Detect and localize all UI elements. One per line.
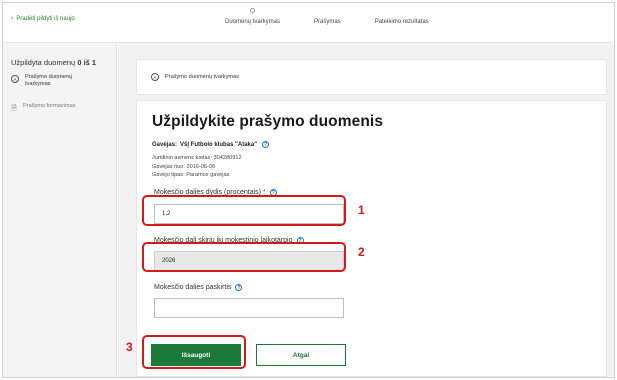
step-label: Duomenų tvarkymas xyxy=(225,19,281,25)
tax-share-purpose-input[interactable] xyxy=(154,298,344,318)
chevron-left-icon: ‹ xyxy=(11,15,14,22)
recipient-meta: Juridinio asmens kodas: 304280912 Gavėja… xyxy=(152,154,242,180)
app-frame: ‹ Pradėti pildyti iš naujo Duomenų tvark… xyxy=(2,2,615,378)
callout-number-2: 2 xyxy=(358,245,365,259)
recipient-since: Gavėjas nuo: 2016-06-06 xyxy=(152,163,216,170)
document-icon: 🗎 xyxy=(11,104,17,112)
section-header: A Prašymo duomenų tvarkymas xyxy=(136,59,607,95)
callout-box-1 xyxy=(142,195,346,226)
label-text: Mokesčio dalies paskirtis xyxy=(154,284,232,291)
circle-a-icon: A xyxy=(11,75,19,83)
restart-link-label: Pradėti pildyti iš naujo xyxy=(16,15,75,22)
progress-prefix: Užpildyta duomenų xyxy=(11,58,76,67)
legal-code: Juridinio asmens kodas: 304280912 xyxy=(152,155,242,161)
help-icon[interactable]: ? xyxy=(262,141,270,148)
sidebar: Užpildyta duomenų 0 iš 1 A Prašymo duome… xyxy=(3,43,117,377)
form-title: Užpildykite prašymo duomenis xyxy=(152,113,384,130)
top-bar: ‹ Pradėti pildyti iš naujo Duomenų tvark… xyxy=(3,3,614,43)
step-data-management[interactable]: Duomenų tvarkymas xyxy=(225,3,280,25)
recipient-value: VšĮ Futbolo klubas "Ataka" xyxy=(180,141,258,148)
callout-box-2 xyxy=(142,242,346,272)
callout-number-3: 3 xyxy=(126,340,133,354)
recipient-line: Gavėjas: VšĮ Futbolo klubas "Ataka" ? xyxy=(152,141,270,148)
progress-count: 0 iš 1 xyxy=(77,58,97,67)
sidebar-progress-title: Užpildyta duomenų 0 iš 1 xyxy=(11,58,96,67)
sidebar-item-label: Prašymo formavimas xyxy=(23,103,76,109)
back-button[interactable]: Atgal xyxy=(256,344,346,366)
step-submission-result[interactable]: Pateikimo rezultatas xyxy=(375,3,429,25)
callout-number-1: 1 xyxy=(358,203,365,217)
recipient-type: Gavėjo tipas: Paramos gavėjas xyxy=(152,172,230,179)
section-header-label: Prašymo duomenų tvarkymas xyxy=(165,74,239,80)
help-icon[interactable]: ? xyxy=(235,284,243,291)
step-label: Prašymas xyxy=(314,19,341,25)
callout-box-3 xyxy=(142,335,246,369)
step-indicator-icon xyxy=(250,8,256,13)
steps-nav: Duomenų tvarkymas Prašymas Pateikimo rez… xyxy=(225,3,429,43)
sidebar-item-label: Prašymo duomenų tvarkymas xyxy=(25,74,72,87)
step-label: Pateikimo rezultatas xyxy=(374,19,429,25)
sidebar-item-form-generation[interactable]: 🗎 Prašymo formavimas xyxy=(11,103,76,112)
circle-a-icon: A xyxy=(151,73,159,81)
step-application[interactable]: Prašymas xyxy=(314,3,341,25)
sidebar-item-data-management[interactable]: A Prašymo duomenų tvarkymas xyxy=(11,74,89,88)
restart-link[interactable]: ‹ Pradėti pildyti iš naujo xyxy=(11,15,75,22)
recipient-label: Gavėjas: xyxy=(152,141,178,148)
tax-share-purpose-label: Mokesčio dalies paskirtis ? xyxy=(154,284,243,291)
